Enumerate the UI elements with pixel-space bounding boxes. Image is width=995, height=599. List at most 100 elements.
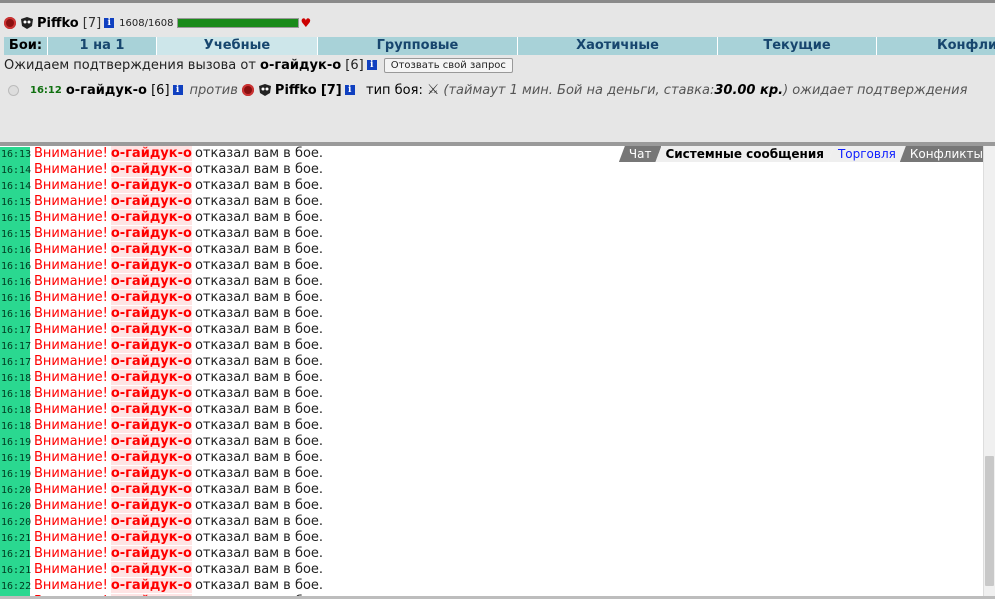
log-user[interactable]: о-гайдук-о [110,338,192,353]
log-user[interactable]: о-гайдук-о [110,546,192,561]
log-user[interactable]: о-гайдук-о [110,274,192,289]
log-line: 16:20 Внимание! о-гайдук-о отказал вам в бо… [0,514,984,531]
log-line: 16:14 Внимание! о-гайдук-о отказал вам в бо… [0,162,984,179]
log-user[interactable]: о-гайдук-о [110,498,192,513]
log-user[interactable]: о-гайдук-о [110,386,192,401]
info-icon[interactable]: i [172,85,183,95]
log-message: отказал вам в бое. [194,226,324,241]
log-timestamp: 16:16 [0,291,31,307]
log-user[interactable]: о-гайдук-о [110,290,192,305]
log-user[interactable]: о-гайдук-о [110,306,192,321]
log-timestamp: 16:16 [0,259,31,275]
info-icon[interactable]: i [104,18,115,28]
log-message: отказал вам в бое. [194,466,324,481]
log-message: отказал вам в бое. [194,322,324,337]
request-player[interactable]: Piffko [275,83,317,98]
log-timestamp: 16:16 [0,307,31,323]
log-message: отказал вам в бое. [194,450,324,465]
log-user[interactable]: о-гайдук-о [110,146,192,161]
heart-icon: ♥ [300,16,312,30]
waiting-row: Ожидаем подтверждения вызова от о-гайдук… [4,57,513,73]
request-radio[interactable] [8,84,19,96]
log-message: отказал вам в бое. [194,146,324,161]
tab-chat[interactable]: Чат [619,146,662,162]
log-user[interactable]: о-гайдук-о [110,370,192,385]
log-scrollbar[interactable] [983,146,995,596]
log-user[interactable]: о-гайдук-о [110,578,192,593]
log-line: 16:19 Внимание! о-гайдук-о отказал вам в бо… [0,466,984,483]
request-details-suffix: ) ожидает подтверждения [783,82,968,98]
log-message: отказал вам в бое. [194,274,324,289]
log-line: 16:17 Внимание! о-гайдук-о отказал вам в бо… [0,338,984,355]
log-warning: Внимание! [34,434,108,449]
log-user[interactable]: о-гайдук-о [110,434,192,449]
log-user[interactable]: о-гайдук-о [110,402,192,417]
log-user[interactable]: о-гайдук-о [110,466,192,481]
log-timestamp: 16:21 [0,531,31,547]
scrollbar-thumb[interactable] [985,456,994,586]
log-line: 16:17 Внимание! о-гайдук-о отказал вам в бо… [0,354,984,371]
log-warning: Внимание! [34,178,108,193]
tab-group[interactable]: Групповые [318,37,518,55]
request-opponent[interactable]: о-гайдук-о [66,83,147,98]
alignment-icon [4,17,16,29]
log-user[interactable]: о-гайдук-о [110,514,192,529]
tab-current[interactable]: Текущие [718,37,877,55]
log-line: 16:22Внимание!о-гайдук-оотказал вам в бо… [0,578,984,595]
log-user[interactable]: о-гайдук-о [110,530,192,545]
log-message: отказал вам в бое. [194,562,324,577]
log-user[interactable]: о-гайдук-о [110,418,192,433]
info-icon[interactable]: i [366,60,377,70]
log-timestamp: 16:19 [0,467,31,483]
info-icon[interactable]: i [344,85,355,95]
log-warning: Внимание! [34,210,108,225]
cancel-request-button[interactable]: Отозвать свой запрос [383,57,513,73]
log-message: отказал вам в бое. [194,386,324,401]
log-line: 16:20 Внимание! о-гайдук-о отказал вам в бо… [0,482,984,499]
log-user[interactable]: о-гайдук-о [110,354,192,369]
log-user[interactable]: о-гайдук-о [110,482,192,497]
log-warning: Внимание! [34,578,108,593]
tab-conflicts[interactable]: Конфликты [877,37,995,55]
log-timestamp: 16:17 [0,339,31,355]
log-message: отказал вам в бое. [194,434,324,449]
log-timestamp: 16:15 [0,195,31,211]
log-line: 16:16 Внимание! о-гайдук-о отказал вам в бо… [0,242,984,259]
tab-1v1[interactable]: 1 на 1 [48,37,157,55]
tab-trade[interactable]: Торговля [828,146,906,162]
log-user[interactable]: о-гайдук-о [110,210,192,225]
log-line: 16:17 Внимание! о-гайдук-о отказал вам в бо… [0,322,984,339]
log-line: 16:21 Внимание! о-гайдук-о отказал вам в бо… [0,530,984,547]
log-line: 16:18 Внимание! о-гайдук-о отказал вам в бо… [0,370,984,387]
tab-system-messages[interactable]: Системные сообщения [655,146,833,162]
tab-training[interactable]: Учебные [157,37,318,55]
log-user[interactable]: о-гайдук-о [110,322,192,337]
waiting-opponent[interactable]: о-гайдук-о [260,58,341,73]
waiting-opponent-level: [6] [345,57,364,73]
log-user[interactable]: о-гайдук-о [110,450,192,465]
log-line: 16:20 Внимание! о-гайдук-о отказал вам в бо… [0,498,984,515]
player-nick[interactable]: Piffko [37,16,79,31]
tab-conflicts-chat[interactable]: Конфликты [900,146,993,162]
log-user[interactable]: о-гайдук-о [110,162,192,177]
log-message: отказал вам в бое. [194,306,324,321]
log-user[interactable]: о-гайдук-о [110,194,192,209]
log-message: отказал вам в бое. [194,178,324,193]
log-user[interactable]: о-гайдук-о [110,226,192,241]
log-user[interactable]: о-гайдук-о [110,562,192,577]
log-user[interactable]: о-гайдук-о [110,242,192,257]
log-message: отказал вам в бое. [194,354,324,369]
log-message: отказал вам в бое. [194,514,324,529]
player-info: Piffko [7] i 1608/1608 ♥ [4,15,311,31]
log-timestamp: 16:18 [0,419,31,435]
log-message: отказал вам в бое. [194,370,324,385]
log-line: 16:19 Внимание! о-гайдук-о отказал вам в бо… [0,450,984,467]
log-timestamp: 16:13 [0,147,31,163]
log-message: отказал вам в бое. [194,210,324,225]
log-user[interactable]: о-гайдук-о [110,258,192,273]
fight-tabs-label: Бои: [4,37,48,55]
log-line: 16:21 Внимание! о-гайдук-о отказал вам в бо… [0,562,984,579]
log-warning: Внимание! [34,242,108,257]
tab-chaotic[interactable]: Хаотичные [518,37,718,55]
log-user[interactable]: о-гайдук-о [110,178,192,193]
